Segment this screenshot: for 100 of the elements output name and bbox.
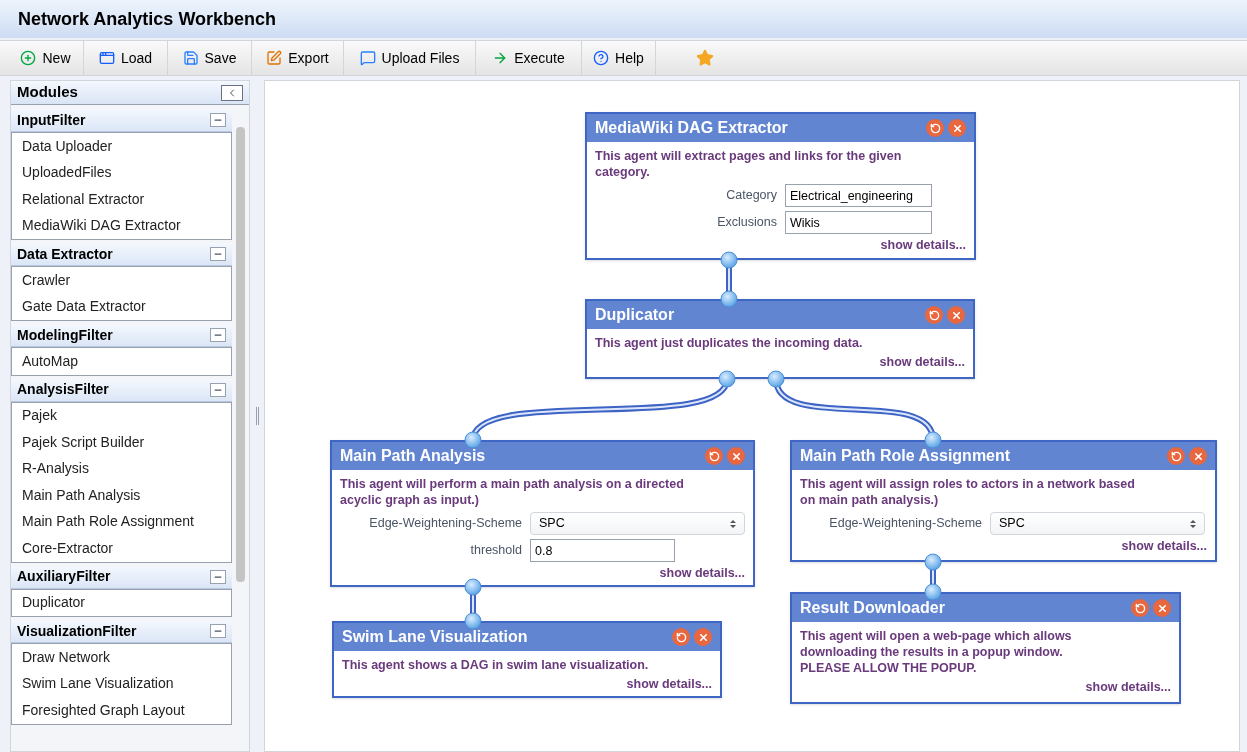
toggle-button[interactable] <box>210 569 226 584</box>
show-details-link[interactable]: show details... <box>879 353 965 372</box>
node-description: This agent will assign roles to actors in a network based on main path analysis.) <box>800 476 1135 508</box>
panel-title: Modules <box>17 82 78 103</box>
reload-button[interactable] <box>925 306 943 324</box>
close-icon <box>951 122 963 134</box>
star-icon <box>696 49 714 67</box>
group-header[interactable]: AuxiliaryFilter <box>11 565 232 589</box>
input-field[interactable]: 0.8 <box>530 539 675 562</box>
agent-node[interactable]: Main Path Analysis This agent will perform a main path analysis on a directed acyclic graph as input.) Edge-Weightening-Scheme SPC threshold 0.8 show details... <box>330 440 755 587</box>
circular-arrow-icon <box>1134 602 1146 614</box>
show-details-link[interactable]: show details... <box>659 564 745 583</box>
close-icon <box>697 631 709 643</box>
module-item[interactable]: Duplicator <box>12 589 231 616</box>
module-item[interactable]: Swim Lane Visualization <box>12 670 231 697</box>
circular-arrow-icon <box>929 122 941 134</box>
module-item[interactable]: Main Path Role Assignment <box>12 508 231 535</box>
node-title: Result Downloader <box>800 598 945 618</box>
toggle-button[interactable] <box>210 113 226 127</box>
close-button[interactable] <box>727 447 745 465</box>
close-button[interactable] <box>1153 599 1171 617</box>
select-field[interactable]: SPC <box>530 512 745 535</box>
module-item[interactable]: Gate Data Extractor <box>12 293 231 320</box>
module-item[interactable]: MediaWiki DAG Extractor <box>12 212 231 239</box>
module-item[interactable]: UploadedFiles <box>12 159 231 186</box>
reload-button[interactable] <box>926 119 944 137</box>
node-title: MediaWiki DAG Extractor <box>595 118 788 138</box>
node-description: This agent shows a DAG in swim lane visualization. <box>342 657 650 673</box>
node-header[interactable]: MediaWiki DAG Extractor <box>587 114 974 142</box>
node-header[interactable]: Duplicator <box>587 301 973 329</box>
node-title: Main Path Analysis <box>340 446 486 466</box>
node-description: This agent just duplicates the incoming data. <box>595 335 864 351</box>
toggle-button[interactable] <box>210 382 226 397</box>
group-header[interactable]: VisualizationFilter <box>11 620 232 643</box>
close-button[interactable] <box>948 119 966 137</box>
group-header[interactable]: ModelingFilter <box>11 324 232 347</box>
export-icon <box>266 50 283 66</box>
show-details-link[interactable]: show details... <box>880 236 966 255</box>
select-field[interactable]: SPC <box>990 512 1205 535</box>
toolbar-button[interactable]: Help <box>582 41 656 75</box>
node-header[interactable]: Result Downloader <box>792 594 1179 622</box>
toolbar-button[interactable]: Upload Files <box>344 41 476 75</box>
toolbar-button[interactable]: Save <box>168 41 252 75</box>
input-field[interactable]: Electrical_engineering <box>785 184 932 207</box>
save-icon <box>182 50 199 66</box>
toggle-button[interactable] <box>210 328 226 342</box>
module-item[interactable]: Draw Network <box>12 644 231 671</box>
agent-node[interactable]: MediaWiki DAG Extractor This agent will extract pages and links for the given category. Category Electrical_engineering Exclusions Wikis show details... <box>585 112 976 260</box>
agent-node[interactable]: Swim Lane Visualization This agent shows a DAG in swim lane visualization. show details... <box>332 621 722 698</box>
show-details-link[interactable]: show details... <box>1121 537 1207 556</box>
stepper-icon <box>730 518 736 529</box>
module-item[interactable]: Pajek Script Builder <box>12 429 231 456</box>
agent-node[interactable]: Result Downloader This agent will open a web-page which allows downloading the results in a popup window. PLEASE ALLOW THE POPUP. show details... <box>790 592 1181 704</box>
close-button[interactable] <box>947 306 965 324</box>
node-description: This agent will open a web-page which allows downloading the results in a popup window. PLEASE ALLOW THE POPUP. <box>800 628 1073 676</box>
toolbar-button[interactable]: Export <box>252 41 344 75</box>
module-item[interactable]: Data Uploader <box>12 133 231 160</box>
module-item[interactable]: Main Path Analysis <box>12 482 231 509</box>
module-item[interactable]: Foresighted Graph Layout <box>12 697 231 724</box>
reload-button[interactable] <box>1167 447 1185 465</box>
module-item[interactable]: Crawler <box>12 267 231 294</box>
module-item[interactable]: Core-Extractor <box>12 535 231 562</box>
toolbar-button[interactable]: Load <box>84 41 168 75</box>
module-item[interactable]: Relational Extractor <box>12 186 231 213</box>
node-header[interactable]: Main Path Analysis <box>332 442 753 470</box>
scrollbar[interactable] <box>236 127 245 582</box>
group-header[interactable]: AnalysisFilter <box>11 378 232 402</box>
reload-button[interactable] <box>705 447 723 465</box>
field-label: Exclusions <box>716 214 778 232</box>
close-button[interactable] <box>1189 447 1207 465</box>
close-button[interactable] <box>694 628 712 646</box>
toolbar-button[interactable]: New <box>8 41 84 75</box>
close-icon <box>730 450 742 462</box>
reload-button[interactable] <box>1131 599 1149 617</box>
module-item[interactable]: R-Analysis <box>12 455 231 482</box>
group-header[interactable]: Data Extractor <box>11 243 232 266</box>
show-details-link[interactable]: show details... <box>1085 678 1171 697</box>
group-header[interactable]: InputFilter <box>11 109 232 132</box>
node-header[interactable]: Swim Lane Visualization <box>334 623 720 651</box>
agent-node[interactable]: Duplicator This agent just duplicates the incoming data. show details... <box>585 299 975 379</box>
show-details-link[interactable]: show details... <box>626 675 712 694</box>
toggle-button[interactable] <box>210 624 226 638</box>
circular-arrow-icon <box>1170 450 1182 462</box>
collapse-button[interactable] <box>221 84 243 101</box>
load-icon <box>98 50 115 66</box>
new-icon <box>20 50 37 66</box>
toggle-button[interactable] <box>210 247 226 261</box>
node-title: Main Path Role Assignment <box>800 446 1011 466</box>
agent-node[interactable]: Main Path Role Assignment This agent will assign roles to actors in a network based on main path analysis.) Edge-Weightening-Scheme SPC show details... <box>790 440 1217 562</box>
module-item[interactable]: Pajek <box>12 402 231 429</box>
stepper-icon <box>1190 518 1196 529</box>
module-item[interactable]: AutoMap <box>12 348 231 375</box>
circular-arrow-icon <box>928 309 940 321</box>
toolbar-button[interactable]: Execute <box>476 41 582 75</box>
field-label: threshold <box>469 542 523 560</box>
field-label: Edge-Weightening-Scheme <box>828 515 983 533</box>
speech-bubble-icon <box>359 50 376 66</box>
circular-arrow-icon <box>708 450 720 462</box>
node-header[interactable]: Main Path Role Assignment <box>792 442 1215 470</box>
input-field[interactable]: Wikis <box>785 211 932 234</box>
